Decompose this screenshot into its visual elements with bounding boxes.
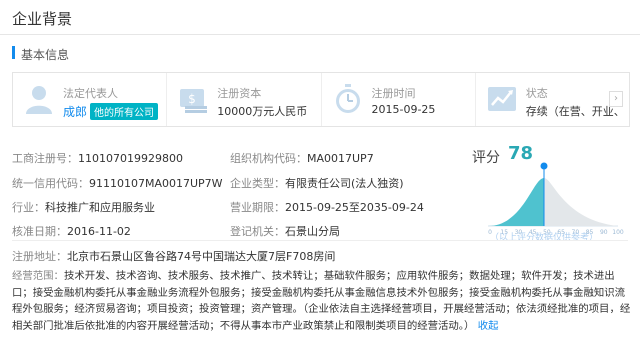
address-value: 北京市石景山区鲁谷路74号中国瑞达大厦7层F708房间 <box>67 250 336 263</box>
legal-rep-card: 法定代表人 成郎 他的所有公司 <box>13 73 168 126</box>
org-code-label: 组织机构代码： <box>230 152 307 165</box>
reg-authority-value: 石景山分局 <box>285 225 340 238</box>
section-title: 基本信息 <box>21 48 70 62</box>
company-type-value: 有限责任公司(法人独资) <box>285 177 404 190</box>
reg-no-value: 110107019929800 <box>78 152 183 165</box>
credit-code-label: 统一信用代码： <box>12 177 89 190</box>
term-field: 营业期限：2015-09-25至2035-09-24 <box>230 199 424 215</box>
score-distribution-chart: 0 15 30 45 50 65 70 85 90 100 <box>488 162 624 236</box>
industry-field: 行业：科技推广和应用服务业 <box>12 199 155 215</box>
approve-date-label: 核准日期： <box>12 225 67 238</box>
score-fill-area <box>488 178 544 226</box>
legal-rep-label: 法定代表人 <box>63 87 118 100</box>
company-type-label: 企业类型： <box>230 177 285 190</box>
reg-no-field: 工商注册号：110107019929800 <box>12 150 183 166</box>
summary-cards: 法定代表人 成郎 他的所有公司 $ 注册资本 10000万元人民币 注册时间 20… <box>12 72 630 127</box>
company-type-field: 企业类型：有限责任公司(法人独资) <box>230 175 404 191</box>
capital-value: 10000万元人民币 <box>217 105 308 118</box>
address-label: 注册地址： <box>12 250 67 263</box>
business-scope: 经营范围：技术开发、技术咨询、技术服务、技术推广、技术转让；基础软件服务；应用软… <box>12 268 632 334</box>
status-label: 状态 <box>525 87 548 100</box>
org-code-value: MA0017UP7 <box>307 152 374 165</box>
axis-tick-label: 100 <box>612 229 624 236</box>
term-value: 2015-09-25至2035-09-24 <box>285 201 424 214</box>
page-title: 企业背景 <box>12 10 73 28</box>
chevron-right-icon[interactable]: › <box>609 91 623 107</box>
scope-text: 技术开发、技术咨询、技术服务、技术推广、技术转让；基础软件服务；应用软件服务；数… <box>12 270 631 332</box>
reg-authority-label: 登记机关： <box>230 225 285 238</box>
section-marker <box>12 46 15 59</box>
collapse-link[interactable]: 收起 <box>478 320 499 332</box>
money-icon: $ <box>180 89 208 113</box>
credit-code-field: 统一信用代码：91110107MA0017UP7W <box>12 175 223 191</box>
reg-authority-field: 登记机关：石景山分局 <box>230 223 340 239</box>
industry-label: 行业： <box>12 201 45 214</box>
org-code-field: 组织机构代码：MA0017UP7 <box>230 150 374 166</box>
remaining-area <box>544 178 618 226</box>
axis-tick-label: 90 <box>600 229 608 236</box>
credit-code-value: 91110107MA0017UP7W <box>89 177 223 190</box>
score-marker-dot <box>540 162 548 170</box>
term-label: 营业期限： <box>230 201 285 214</box>
reg-time-card: 注册时间 2015-09-25 <box>322 73 476 126</box>
svg-text:$: $ <box>188 92 196 106</box>
divider <box>0 34 640 35</box>
legal-rep-name[interactable]: 成郎 <box>63 105 87 119</box>
stopwatch-icon <box>335 84 360 113</box>
reg-time-value: 2015-09-25 <box>371 103 436 116</box>
divider <box>12 240 628 241</box>
all-companies-badge[interactable]: 他的所有公司 <box>90 103 159 120</box>
reg-time-label: 注册时间 <box>371 87 416 100</box>
status-card: 状态 存续（在营、开业、 › <box>476 73 629 126</box>
approve-date-value: 2016-11-02 <box>67 225 131 238</box>
capital-label: 注册资本 <box>217 87 262 100</box>
address-field: 注册地址：北京市石景山区鲁谷路74号中国瑞达大厦7层F708房间 <box>12 248 335 264</box>
person-icon <box>26 86 52 114</box>
reg-no-label: 工商注册号： <box>12 152 78 165</box>
scope-label: 经营范围： <box>12 270 64 282</box>
capital-card: $ 注册资本 10000万元人民币 <box>167 73 322 126</box>
trend-chart-icon <box>487 87 516 111</box>
approve-date-field: 核准日期：2016-11-02 <box>12 223 131 239</box>
score-caption: （以上评分数据仅供参考） <box>490 233 599 243</box>
industry-value: 科技推广和应用服务业 <box>45 201 155 214</box>
